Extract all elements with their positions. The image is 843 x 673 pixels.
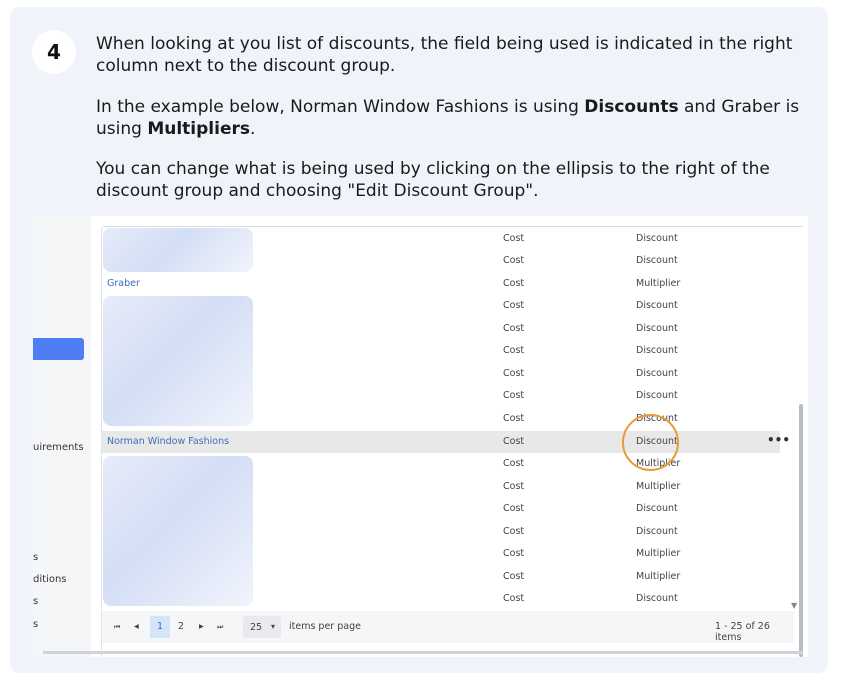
sidebar-item-label[interactable]: s bbox=[33, 596, 38, 607]
field-type-cell: Multiplier bbox=[636, 571, 681, 582]
cost-basis-cell: Cost bbox=[503, 233, 525, 244]
items-per-page-select[interactable]: 25 ▾ bbox=[243, 616, 281, 638]
grid-top-border bbox=[103, 226, 803, 227]
highlight-ring bbox=[622, 414, 679, 471]
field-type-cell: Discount bbox=[636, 300, 678, 311]
field-type-cell: Multiplier bbox=[636, 481, 681, 492]
cost-basis-cell: Cost bbox=[503, 571, 525, 582]
field-type-cell: Discount bbox=[636, 345, 678, 356]
field-type-cell: Discount bbox=[636, 593, 678, 604]
instruction-paragraph-1: When looking at you list of discounts, t… bbox=[96, 34, 793, 76]
cost-basis-cell: Cost bbox=[503, 345, 525, 356]
table-row[interactable]: Cost Multiplier bbox=[102, 543, 780, 565]
cost-basis-cell: Cost bbox=[503, 481, 525, 492]
page-1-button[interactable]: 1 bbox=[150, 616, 170, 638]
field-type-cell: Multiplier bbox=[636, 278, 681, 289]
sidebar-item-label[interactable]: s bbox=[33, 619, 38, 630]
cost-basis-cell: Cost bbox=[503, 368, 525, 379]
chevron-down-icon: ▾ bbox=[271, 622, 276, 631]
cost-basis-cell: Cost bbox=[503, 390, 525, 401]
field-type-cell: Discount bbox=[636, 526, 678, 537]
cost-basis-cell: Cost bbox=[503, 278, 525, 289]
field-type-cell: Discount bbox=[636, 233, 678, 244]
discount-group-name[interactable]: Norman Window Fashions bbox=[107, 436, 229, 447]
cost-basis-cell: Cost bbox=[503, 255, 525, 266]
pagination-summary: 1 - 25 of 26 items bbox=[715, 621, 770, 643]
vertical-scrollbar[interactable] bbox=[799, 404, 803, 657]
table-row[interactable]: Cost Multiplier bbox=[102, 566, 780, 588]
pagination-bar: ⏮ ◂ 1 2 ▸ ⏭ 25 ▾ items per page 1 - 25 o… bbox=[102, 611, 794, 643]
per-page-value: 25 bbox=[250, 622, 263, 633]
cost-basis-cell: Cost bbox=[503, 548, 525, 559]
cost-basis-cell: Cost bbox=[503, 503, 525, 514]
field-type-cell: Discount bbox=[636, 323, 678, 334]
screenshot-bottom-border bbox=[43, 651, 803, 654]
last-page-icon[interactable]: ⏭ bbox=[217, 623, 223, 632]
scroll-down-arrow-icon[interactable]: ▼ bbox=[791, 601, 797, 610]
sidebar-item-label[interactable]: uirements bbox=[33, 442, 84, 453]
table-row[interactable]: Cost Multiplier bbox=[102, 476, 780, 498]
table-row[interactable]: Cost Discount bbox=[102, 588, 780, 610]
sidebar-item-label[interactable]: ditions bbox=[33, 574, 67, 585]
cost-basis-cell: Cost bbox=[503, 413, 525, 424]
table-row[interactable]: Cost Discount bbox=[102, 385, 780, 407]
cost-basis-cell: Cost bbox=[503, 436, 525, 447]
discount-group-name[interactable]: Graber bbox=[107, 278, 140, 289]
next-page-icon[interactable]: ▸ bbox=[199, 621, 204, 632]
items-per-page-label: items per page bbox=[289, 621, 361, 632]
first-page-icon[interactable]: ⏮ bbox=[114, 623, 120, 632]
cost-basis-cell: Cost bbox=[503, 593, 525, 604]
p2-bold-multipliers: Multipliers bbox=[147, 119, 250, 139]
table-row[interactable]: Cost Discount bbox=[102, 295, 780, 317]
field-type-cell: Discount bbox=[636, 368, 678, 379]
table-row[interactable]: Cost Discount bbox=[102, 363, 780, 385]
page-2-button[interactable]: 2 bbox=[178, 621, 184, 632]
table-row[interactable]: Cost Multiplier bbox=[102, 453, 780, 475]
p2-text-after: . bbox=[249, 119, 256, 139]
sidebar: uirements s ditions s s bbox=[33, 216, 91, 657]
sidebar-item-label[interactable]: s bbox=[33, 552, 38, 563]
table-row[interactable]: Cost Discount bbox=[102, 340, 780, 362]
cost-basis-cell: Cost bbox=[503, 458, 525, 469]
cost-basis-cell: Cost bbox=[503, 323, 525, 334]
table-row[interactable]: Cost Discount bbox=[102, 498, 780, 520]
instruction-paragraph-2: In the example below, Norman Window Fash… bbox=[96, 96, 812, 140]
p2-text-before: In the example below, Norman Window Fash… bbox=[96, 97, 585, 117]
discount-list-screenshot: uirements s ditions s s Cost Discount Cos… bbox=[33, 216, 808, 657]
sidebar-active-item[interactable] bbox=[33, 338, 84, 360]
field-type-cell: Discount bbox=[636, 503, 678, 514]
instruction-paragraph-3: You can change what is being used by cli… bbox=[96, 159, 770, 201]
table-row[interactable]: Cost Discount bbox=[102, 228, 780, 250]
field-type-cell: Multiplier bbox=[636, 548, 681, 559]
table-row[interactable]: Cost Discount bbox=[102, 250, 780, 272]
table-row[interactable]: Graber Cost Multiplier bbox=[102, 273, 780, 295]
table-row[interactable]: Cost Discount bbox=[102, 408, 780, 430]
field-type-cell: Discount bbox=[636, 390, 678, 401]
step-card: 4 When looking at you list of discounts,… bbox=[10, 7, 828, 673]
step-number-badge: 4 bbox=[32, 30, 76, 74]
ellipsis-menu-button[interactable]: ••• bbox=[767, 433, 790, 447]
prev-page-icon[interactable]: ◂ bbox=[134, 621, 139, 632]
p2-bold-discounts: Discounts bbox=[584, 97, 679, 117]
field-type-cell: Discount bbox=[636, 255, 678, 266]
table-row[interactable]: Cost Discount bbox=[102, 318, 780, 340]
cost-basis-cell: Cost bbox=[503, 300, 525, 311]
table-row[interactable]: Cost Discount bbox=[102, 521, 780, 543]
cost-basis-cell: Cost bbox=[503, 526, 525, 537]
